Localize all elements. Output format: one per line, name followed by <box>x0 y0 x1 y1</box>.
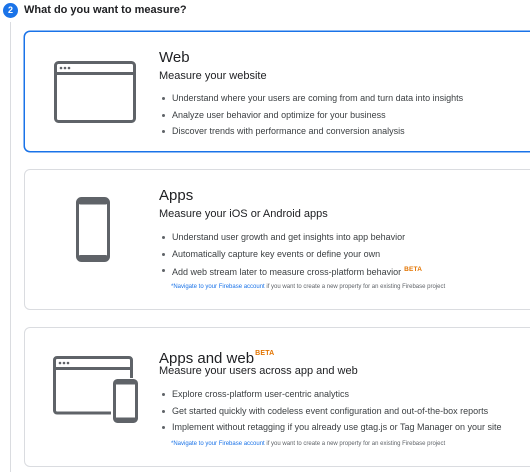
firebase-note: *Navigate to your Firebase account if yo… <box>171 440 445 449</box>
list-item: Get started quickly with codeless event … <box>162 403 502 420</box>
browser-window-icon <box>54 61 136 123</box>
firebase-note: *Navigate to your Firebase account if yo… <box>171 283 445 292</box>
list-item: Analyze user behavior and optimize for y… <box>162 107 463 124</box>
list-item: Implement without retagging if you alrea… <box>162 419 502 436</box>
browser-and-phone-icon <box>53 356 138 423</box>
card-subtitle: Measure your users across app and web <box>159 365 358 377</box>
card-subtitle: Measure your website <box>159 70 267 82</box>
list-item: Automatically capture key events or defi… <box>162 246 422 263</box>
list-item: Understand user growth and get insights … <box>162 229 422 246</box>
firebase-note-text: if you want to create a new property for… <box>264 284 446 290</box>
feature-list: Understand user growth and get insights … <box>162 229 422 281</box>
list-item-text: Add web stream later to measure cross-pl… <box>172 267 402 277</box>
phone-icon <box>76 197 110 262</box>
card-subtitle: Measure your iOS or Android apps <box>159 208 328 220</box>
feature-list: Understand where your users are coming f… <box>162 90 463 140</box>
firebase-account-link[interactable]: *Navigate to your Firebase account <box>171 284 265 290</box>
list-item: Discover trends with performance and con… <box>162 123 463 140</box>
beta-badge: BETA <box>404 266 423 273</box>
step-number-badge: 2 <box>3 3 18 18</box>
beta-badge: BETA <box>255 350 275 357</box>
measure-option-apps-and-web[interactable]: Apps and webBETA Measure your users acro… <box>24 327 530 467</box>
list-item: Add web stream later to measure cross-pl… <box>162 262 422 281</box>
list-item: Explore cross-platform user-centric anal… <box>162 386 502 403</box>
card-title: Web <box>159 49 190 66</box>
feature-list: Explore cross-platform user-centric anal… <box>162 386 502 436</box>
step-title: What do you want to measure? <box>24 4 187 16</box>
measure-option-apps[interactable]: Apps Measure your iOS or Android apps Un… <box>24 169 530 310</box>
measure-option-web[interactable]: Web Measure your website Understand wher… <box>24 31 530 152</box>
card-title: Apps <box>159 187 194 204</box>
step-connector-line <box>10 22 11 472</box>
firebase-note-text: if you want to create a new property for… <box>264 441 446 447</box>
list-item: Understand where your users are coming f… <box>162 90 463 107</box>
firebase-account-link[interactable]: *Navigate to your Firebase account <box>171 441 265 447</box>
